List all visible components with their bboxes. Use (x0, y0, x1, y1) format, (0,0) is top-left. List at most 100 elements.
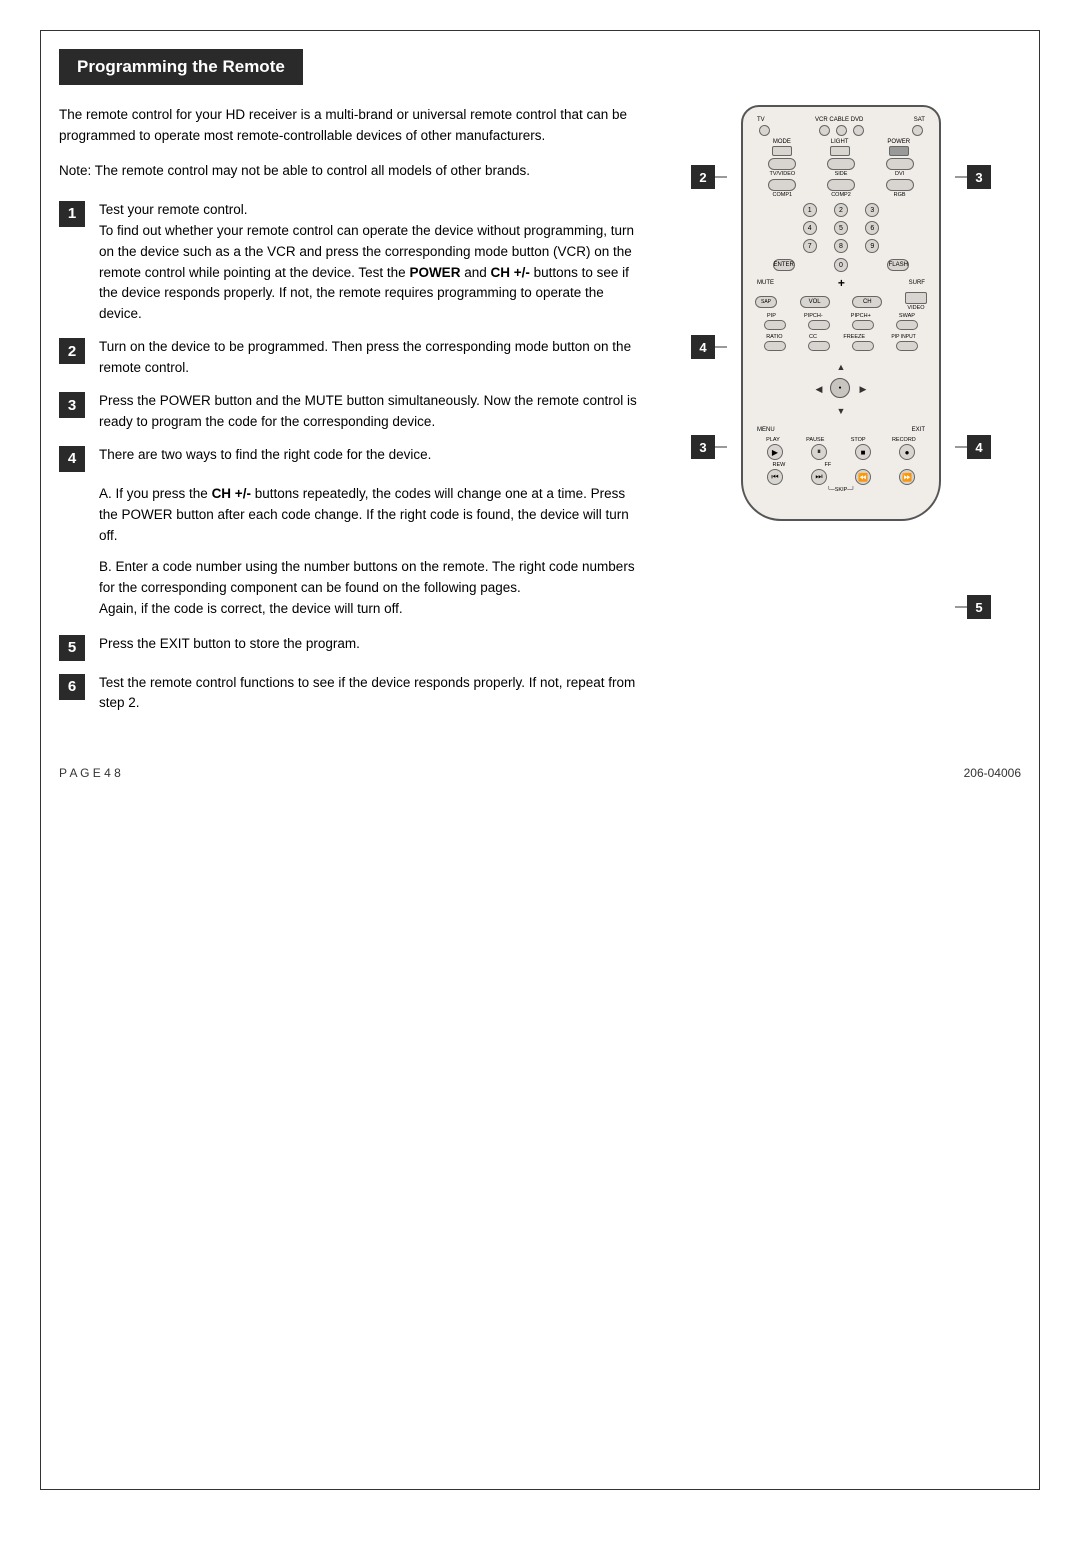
remote-menuexit-labels: MENUEXIT (753, 427, 929, 433)
step-3-number: 3 (59, 392, 85, 418)
remote-right-arrow: ▶ (852, 378, 874, 400)
callout-5-right: 5 (967, 595, 991, 619)
remote-rgb-label: RGB (894, 192, 906, 198)
step-4-row: 4 There are two ways to find the right c… (59, 445, 641, 472)
remote-pip-labels: PIPPIPCH-PIPCH+SWAP (753, 313, 929, 319)
step-4b-text: B. Enter a code number using the number … (99, 557, 641, 620)
remote-comp2-label: COMP2 (831, 192, 851, 198)
remote-mute-label: MUTE (757, 280, 774, 286)
remote-flash-btn: FLASH (887, 259, 909, 271)
step-6-number: 6 (59, 674, 85, 700)
remote-tv-dot (759, 125, 770, 136)
footer-page: P A G E 4 8 (59, 766, 121, 780)
callout-5-right-box: 5 (967, 595, 991, 619)
step-2-number: 2 (59, 338, 85, 364)
remote-numpad: 1 2 3 4 5 6 7 8 9 (796, 203, 886, 253)
callout-2-box: 2 (691, 165, 715, 189)
remote-pipinput-btn (896, 341, 918, 351)
remote-ff-btn: ⏭ (811, 469, 827, 485)
remote-pip-btn (764, 320, 786, 330)
step-5-row: 5 Press the EXIT button to store the pro… (59, 634, 641, 661)
remote-sap-btn: SAP (755, 296, 777, 308)
step-3-text: Press the POWER button and the MUTE butt… (99, 391, 641, 433)
remote-vol-btn: VOL (800, 296, 830, 308)
remote-cable-dot (836, 125, 847, 136)
remote-pause-btn: ⏸ (811, 444, 827, 460)
step-4a-text: A. If you press the CH +/- buttons repea… (99, 484, 641, 547)
page-footer: P A G E 4 8 206-04006 (41, 756, 1039, 790)
remote-pipch-plus-btn (852, 320, 874, 330)
callout-3-right-box: 3 (967, 165, 991, 189)
remote-btn-7: 7 (803, 239, 817, 253)
remote-ratio-btn (764, 341, 786, 351)
remote-btn-1: 1 (803, 203, 817, 217)
remote-skipback-btn: ⏪ (855, 469, 871, 485)
remote-ch-btn: CH (852, 296, 882, 308)
remote-plus-icon: + (838, 276, 845, 290)
section-header: Programming the Remote (59, 49, 303, 85)
footer-doc-number: 206-04006 (964, 766, 1021, 780)
remote-enter-btn: ENTER (773, 259, 795, 271)
remote-btn-4: 4 (803, 221, 817, 235)
remote-fn-labels: RATIOCCFREEZEPIP INPUT (753, 334, 929, 340)
remote-freeze-btn (852, 341, 874, 351)
remote-tvvideo-btn (768, 158, 796, 170)
remote-vcr-label: VCR CABLE DVD (815, 117, 863, 123)
remote-vcr-dot (819, 125, 830, 136)
step-6-text: Test the remote control functions to see… (99, 673, 641, 715)
remote-surf-label: SURF (909, 280, 925, 286)
remote-transport-labels: PLAYPAUSESTOPRECORD (753, 437, 929, 443)
callout-4-right: 4 (967, 435, 991, 459)
remote-side-btn (827, 158, 855, 170)
remote-record-btn: ● (899, 444, 915, 460)
remote-sat-dot (912, 125, 923, 136)
remote-btn-5: 5 (834, 221, 848, 235)
remote-up-arrow: ▲ (830, 356, 852, 378)
step-5-number: 5 (59, 635, 85, 661)
remote-left-arrow: ◀ (808, 378, 830, 400)
step-5-text: Press the EXIT button to store the progr… (99, 634, 360, 655)
remote-tv-label: TV (757, 117, 765, 123)
step-1-text: Test your remote control. To find out wh… (99, 200, 641, 326)
remote-rgb-btn (886, 179, 914, 191)
remote-comp2-btn (827, 179, 855, 191)
step-3-row: 3 Press the POWER button and the MUTE bu… (59, 391, 641, 433)
step-6-row: 6 Test the remote control functions to s… (59, 673, 641, 715)
remote-comp1-label: COMP1 (773, 192, 793, 198)
intro-paragraph2: Note: The remote control may not be able… (59, 161, 641, 182)
remote-tvvideo-label: TV/VIDEO (769, 171, 795, 177)
remote-btn-6: 6 (865, 221, 879, 235)
callout-3-right: 3 (967, 165, 991, 189)
remote-column: TV VCR CABLE DVD SAT (661, 95, 1021, 726)
remote-rew-labels: REWFF (753, 462, 929, 468)
callout-3-box: 3 (691, 435, 715, 459)
remote-btn-9: 9 (865, 239, 879, 253)
step-1-row: 1 Test your remote control. To find out … (59, 200, 641, 326)
callout-2-left: 2 (691, 165, 715, 189)
remote-mode-label: MODE (773, 139, 791, 145)
remote-pipch-minus-btn (808, 320, 830, 330)
remote-rew-btn: ⏮ (767, 469, 783, 485)
remote-comp1-btn (768, 179, 796, 191)
remote-video-label: VIDEO (907, 305, 924, 311)
step-2-text: Turn on the device to be programmed. The… (99, 337, 641, 379)
remote-stop-btn: ■ (855, 444, 871, 460)
step-4-text: There are two ways to find the right cod… (99, 445, 431, 466)
remote-dvi-label: DVI (895, 171, 904, 177)
remote-dvd-dot (853, 125, 864, 136)
step-2-row: 2 Turn on the device to be programmed. T… (59, 337, 641, 379)
remote-side-label: SIDE (835, 171, 848, 177)
remote-btn-8: 8 (834, 239, 848, 253)
remote-swap-btn (896, 320, 918, 330)
remote-illustration: TV VCR CABLE DVD SAT (741, 105, 941, 521)
remote-power-label: POWER (887, 139, 910, 145)
remote-dvi-btn (886, 158, 914, 170)
instructions-column: The remote control for your HD receiver … (59, 95, 661, 726)
remote-skip-label: └─SKIP─┘ (753, 487, 929, 493)
callout-4-left: 4 (691, 335, 715, 359)
remote-light-btn (830, 146, 850, 156)
remote-video-btn (905, 292, 927, 304)
remote-play-btn: ▶ (767, 444, 783, 460)
remote-sat-label: SAT (914, 117, 925, 123)
page: Programming the Remote The remote contro… (40, 30, 1040, 1490)
